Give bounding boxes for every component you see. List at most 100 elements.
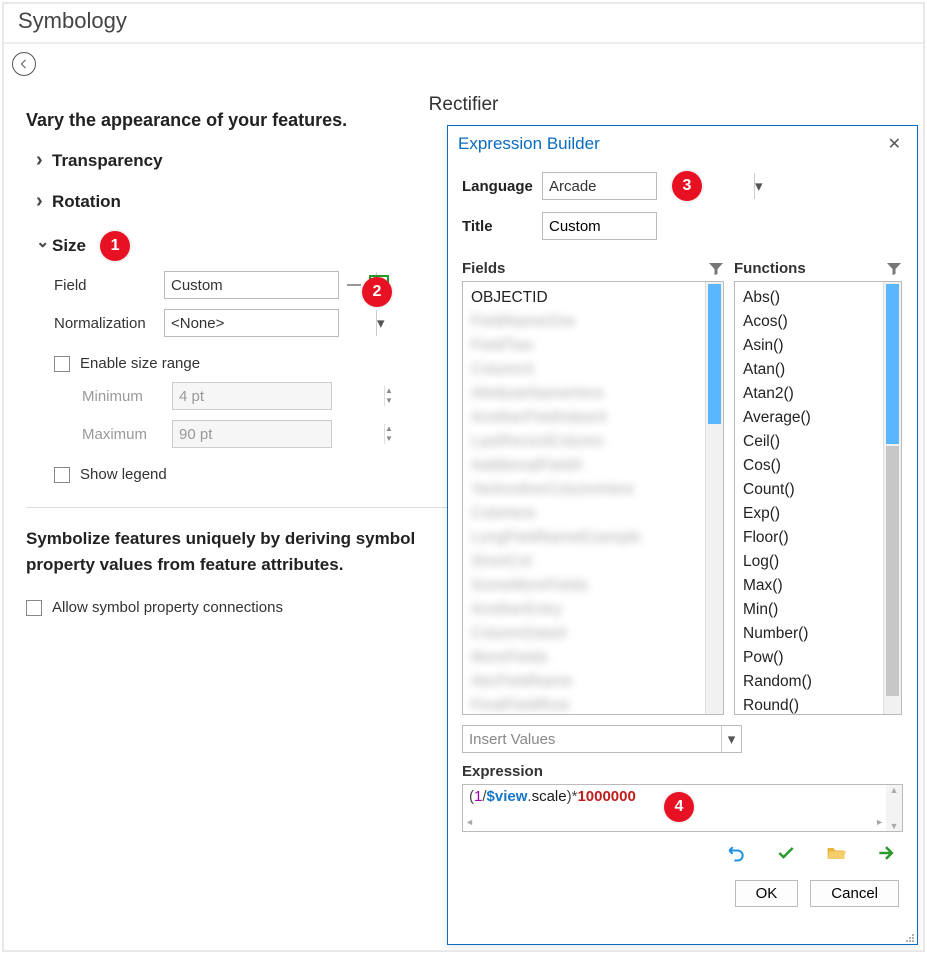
list-item[interactable]: ColumnX [469,358,699,382]
list-item[interactable]: Acos() [741,310,877,334]
list-item[interactable]: AnotherEntry [469,598,699,622]
scrollbar[interactable] [883,282,901,714]
scrollbar[interactable] [705,282,723,714]
normalization-input[interactable] [165,315,376,332]
section-rotation-label: Rotation [52,192,121,212]
filter-icon[interactable] [886,261,902,277]
list-item[interactable]: Log() [741,550,877,574]
list-item[interactable]: Floor() [741,526,877,550]
section-transparency-label: Transparency [52,151,163,171]
list-item[interactable]: ColsHere [469,502,699,526]
list-item[interactable]: AbcFieldName [469,670,699,694]
language-combo[interactable]: ▾ [542,172,657,200]
chevron-down-icon[interactable]: ▾ [376,310,385,336]
functions-listbox[interactable]: Abs()Acos()Asin()Atan()Atan2()Average()C… [734,281,902,715]
cancel-button[interactable]: Cancel [810,880,899,907]
callout-4: 4 [664,792,694,822]
list-item[interactable]: Count() [741,478,877,502]
enable-size-range-label: Enable size range [80,355,200,372]
folder-open-icon[interactable] [825,842,847,864]
allow-connections-label: Allow symbol property connections [52,599,283,616]
list-item[interactable]: LongFieldNameExample [469,526,699,550]
chevron-down-icon [36,236,52,256]
validate-icon[interactable] [775,842,797,864]
language-label: Language [462,178,542,195]
normalization-combo[interactable]: ▾ [164,309,339,337]
allow-connections-checkbox[interactable] [26,600,42,616]
list-item[interactable]: Random() [741,670,877,694]
list-item[interactable]: FieldNameOne [469,310,699,334]
list-item[interactable]: Round() [741,694,877,714]
minimum-input [173,388,384,405]
maximum-label: Maximum [82,426,172,443]
callout-1: 1 [100,231,130,261]
list-item[interactable]: Asin() [741,334,877,358]
list-item[interactable]: AdditionalFieldX [469,454,699,478]
list-item[interactable]: Average() [741,406,877,430]
list-item[interactable]: YetAnotherColumnHere [469,478,699,502]
panel-title: Symbology [4,4,923,44]
list-item[interactable]: SomeMoreFields [469,574,699,598]
list-item[interactable]: OBJECTID [469,286,699,310]
list-item[interactable]: FieldTwo [469,334,699,358]
unique-heading: Symbolize features uniquely by deriving … [26,526,426,577]
list-item[interactable]: Exp() [741,502,877,526]
maximum-input [173,426,384,443]
show-legend-label: Show legend [80,466,167,483]
scrollbar[interactable]: ▲▼ [886,785,902,831]
list-item[interactable]: Max() [741,574,877,598]
list-item[interactable]: Cos() [741,454,877,478]
list-item[interactable]: Pow() [741,646,877,670]
list-item[interactable]: Abs() [741,286,877,310]
fields-listbox[interactable]: OBJECTIDFieldNameOneFieldTwoColumnXAttri… [462,281,724,715]
list-item[interactable]: ColumnDataX [469,622,699,646]
undo-icon[interactable] [725,842,747,864]
list-item[interactable]: FinalFieldRow [469,694,699,714]
list-item[interactable]: Atan() [741,358,877,382]
insert-values-combo[interactable]: ▾ [462,725,742,753]
list-item[interactable]: ShortCol [469,550,699,574]
field-combo[interactable]: ▾ [164,271,339,299]
layer-name: Rectifier [4,94,923,116]
functions-heading: Functions [734,260,806,277]
spin-down-icon: ▼ [385,396,393,406]
list-item[interactable]: Number() [741,622,877,646]
field-label: Field [54,277,164,294]
close-icon[interactable]: ✕ [882,132,907,156]
callout-3: 3 [672,171,702,201]
language-input[interactable] [543,178,754,195]
chevron-down-icon[interactable]: ▾ [721,726,741,752]
ok-button[interactable]: OK [735,880,799,907]
enable-size-range-checkbox[interactable] [54,356,70,372]
dialog-title: Expression Builder [458,134,600,154]
list-item[interactable]: Ceil() [741,430,877,454]
minimum-label: Minimum [82,388,172,405]
insert-values-input[interactable] [463,731,721,748]
list-item[interactable]: MoreFields [469,646,699,670]
expression-builder-dialog: Expression Builder ✕ Language ▾ Title Fi… [447,125,918,945]
chevron-right-icon [36,190,52,213]
expression-heading: Expression [462,763,903,780]
show-legend-checkbox[interactable] [54,467,70,483]
list-item[interactable]: AnotherFieldValueX [469,406,699,430]
title-label: Title [462,218,542,235]
chevron-down-icon[interactable]: ▾ [754,173,763,199]
export-arrow-icon[interactable] [875,842,897,864]
section-size-label: Size [52,236,86,256]
spin-up-icon: ▲ [385,386,393,396]
chevron-right-icon [36,149,52,172]
fields-heading: Fields [462,260,505,277]
list-item[interactable]: AttributeNameHere [469,382,699,406]
list-item[interactable]: Min() [741,598,877,622]
normalization-label: Normalization [54,315,164,332]
list-item[interactable]: LastRecordColumn [469,430,699,454]
filter-icon[interactable] [708,261,724,277]
back-button[interactable] [12,52,36,76]
list-item[interactable]: Atan2() [741,382,877,406]
minimum-spinner: ▲▼ [172,382,332,410]
resize-grip-icon[interactable] [903,930,915,942]
spin-down-icon: ▼ [385,434,393,444]
spin-up-icon: ▲ [385,424,393,434]
title-input[interactable] [542,212,657,240]
maximum-spinner: ▲▼ [172,420,332,448]
